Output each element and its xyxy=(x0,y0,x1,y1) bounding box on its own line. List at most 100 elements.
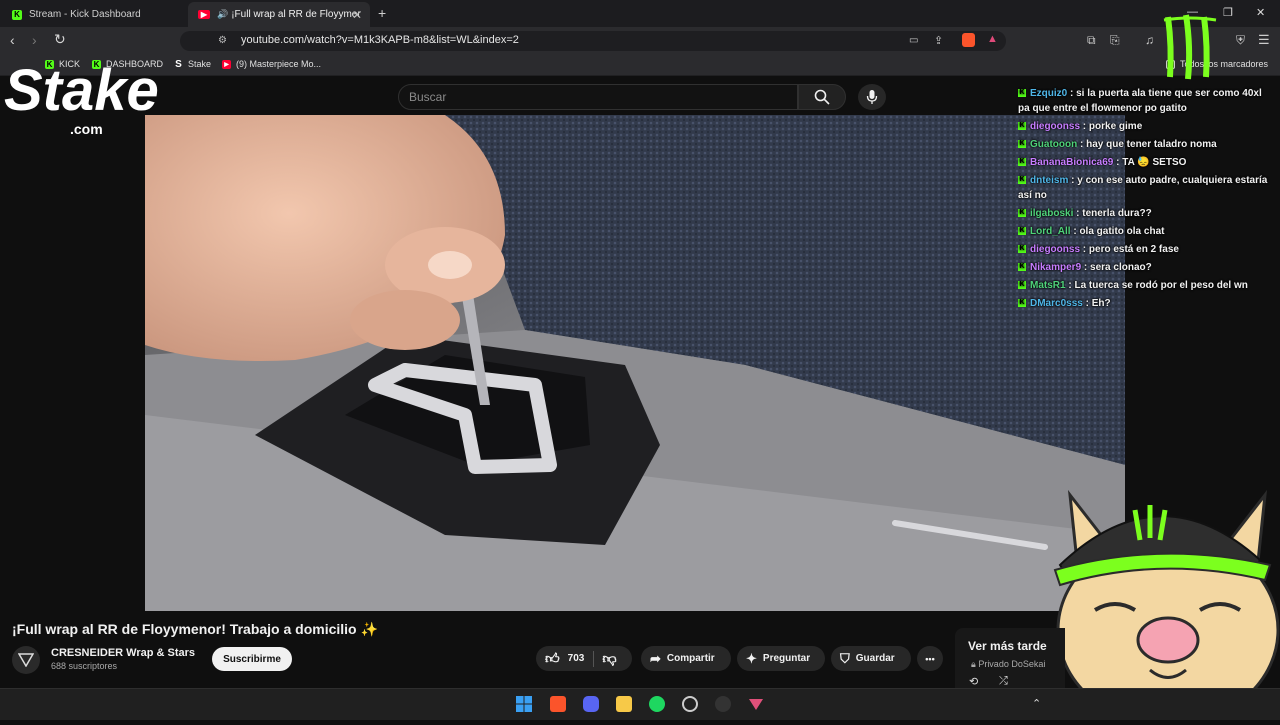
chat-username[interactable]: DMarc0sss xyxy=(1030,298,1083,309)
cast-icon[interactable]: ▭ xyxy=(909,35,918,46)
loop-icon[interactable]: ⟲ xyxy=(969,675,978,688)
brave-browser-icon[interactable] xyxy=(550,696,566,712)
chat-message: K DMarc0sss : Eh? xyxy=(1018,296,1268,311)
kick-badge-icon: K xyxy=(1018,176,1026,185)
tab-label: Stream - Kick Dashboard xyxy=(29,9,141,20)
bookmark-masterpiece[interactable]: ▶ (9) Masterpiece Mo... xyxy=(222,59,321,69)
chat-username[interactable]: Guatooon xyxy=(1030,139,1077,150)
app-icon[interactable] xyxy=(748,696,764,712)
chat-message: Kdiegoonss : pero está en 2 fase xyxy=(1018,242,1268,257)
monster-claw-icon xyxy=(1163,14,1217,80)
more-actions-button[interactable]: ••• xyxy=(917,646,943,671)
tab-kick-dashboard[interactable]: K Stream - Kick Dashboard xyxy=(2,2,186,27)
obs-icon[interactable] xyxy=(715,696,731,712)
chat-message: K Nikamper9 : sera clonao? xyxy=(1018,260,1268,275)
chat-text: : ola gatito ola chat xyxy=(1073,226,1165,237)
discord-icon[interactable] xyxy=(583,696,599,712)
new-tab-button[interactable]: + xyxy=(378,5,386,21)
channel-logo-icon xyxy=(18,653,34,667)
chat-username[interactable]: Nikamper9 xyxy=(1030,262,1081,273)
spotify-icon[interactable] xyxy=(649,696,665,712)
menu-icon[interactable]: ☰ xyxy=(1258,32,1270,48)
kick-badge-icon: K xyxy=(1018,281,1026,290)
bookmark-stake[interactable]: S Stake xyxy=(174,59,212,70)
chat-text: : porke gime xyxy=(1082,121,1143,132)
search-button[interactable] xyxy=(798,84,846,110)
ask-button[interactable]: ✦ Preguntar xyxy=(737,646,825,671)
bookmark-label: Stake xyxy=(188,59,212,69)
share-button[interactable]: ➦ Compartir xyxy=(641,646,731,671)
bookmark-icon: ⛉ xyxy=(840,650,850,666)
like-count[interactable]: 703 xyxy=(568,653,585,664)
file-explorer-icon[interactable] xyxy=(616,696,632,712)
dislike-icon[interactable]: 👎︎ xyxy=(602,650,616,667)
channel-name[interactable]: CRESNEIDER Wrap & Stars xyxy=(51,647,195,659)
kick-badge-icon: K xyxy=(1018,209,1026,218)
kick-badge-icon: K xyxy=(1018,299,1026,308)
steam-icon[interactable] xyxy=(682,696,698,712)
search-placeholder: Buscar xyxy=(409,90,447,104)
windows-start-icon[interactable] xyxy=(516,696,532,712)
watch-later-subtitle: 🔒︎ Privado DoSekai xyxy=(971,659,1045,670)
chat-message: K BananaBionica69 : TA 😓 SETSO xyxy=(1018,155,1268,170)
chat-username[interactable]: Ezquiz0 xyxy=(1030,88,1067,99)
url-text[interactable]: youtube.com/watch?v=M1k3KAPB-m8&list=WL&… xyxy=(241,34,519,46)
chat-message: K Guatooon : hay que tener taladro noma xyxy=(1018,137,1268,152)
microphone-icon xyxy=(866,90,878,104)
close-window-button[interactable]: ✕ xyxy=(1256,6,1265,19)
stream-chat-overlay: K Ezquiz0 : si la puerta ala tiene que se… xyxy=(1018,86,1268,314)
youtube-icon: ▶ xyxy=(222,59,231,69)
chat-text: : tenerla dura?? xyxy=(1076,208,1152,219)
svg-text:Stake: Stake xyxy=(4,58,159,123)
save-label: Guardar xyxy=(855,653,895,664)
share-icon[interactable]: ⇪ xyxy=(934,34,943,47)
extensions-icon[interactable]: ⧉ xyxy=(1087,33,1096,48)
brave-rewards-icon[interactable]: ▲ xyxy=(987,33,998,45)
chat-username[interactable]: diegoonss xyxy=(1030,244,1080,255)
video-letterbox xyxy=(0,115,145,611)
maximize-button[interactable]: ❐ xyxy=(1223,6,1233,19)
vpn-icon[interactable]: ⛨ xyxy=(1236,33,1245,48)
watch-later-title: Ver más tarde xyxy=(968,639,1047,653)
chat-username[interactable]: diegoonss xyxy=(1030,121,1080,132)
site-settings-icon[interactable]: ⚙ xyxy=(218,35,227,46)
chat-text: : Eh? xyxy=(1085,298,1111,309)
screenshot-icon[interactable]: ⎘ xyxy=(1110,33,1120,48)
bookmark-label: (9) Masterpiece Mo... xyxy=(236,59,322,69)
chat-message: Kdnteism : y con ese auto padre, cualqui… xyxy=(1018,173,1268,203)
chat-username[interactable]: dnteism xyxy=(1030,175,1068,186)
close-tab-icon[interactable]: ✕ xyxy=(352,8,362,22)
watch-later-panel[interactable]: Ver más tarde 🔒︎ Privado DoSekai ⟲ ⤮ xyxy=(955,628,1065,688)
svg-text:.com: .com xyxy=(70,121,103,137)
voice-search-button[interactable] xyxy=(858,84,886,110)
video-player[interactable] xyxy=(145,115,1125,611)
chat-username[interactable]: ilgaboski xyxy=(1030,208,1073,219)
media-icon[interactable]: ♫ xyxy=(1145,33,1154,47)
shuffle-icon[interactable]: ⤮ xyxy=(999,675,1008,688)
tab-youtube-video[interactable]: ▶ 🔊 ¡Full wrap al RR de Floyymenor ✕ xyxy=(188,2,370,27)
search-input[interactable] xyxy=(398,84,798,110)
lock-icon: 🔒︎ xyxy=(971,659,976,669)
cat-mascot-graphic xyxy=(1053,489,1280,725)
channel-avatar[interactable] xyxy=(12,646,40,674)
chat-username[interactable]: MatsR1 xyxy=(1030,280,1066,291)
reload-icon[interactable]: ↻ xyxy=(54,31,66,48)
kick-badge-icon: K xyxy=(1018,122,1026,131)
divider xyxy=(593,650,595,667)
search-icon xyxy=(814,89,830,105)
like-icon[interactable]: 👍︎ xyxy=(545,650,560,667)
forward-icon[interactable]: › xyxy=(32,32,37,48)
back-icon[interactable]: ‹ xyxy=(10,32,15,48)
tray-chevron-icon[interactable]: ⌃ xyxy=(1032,697,1041,710)
brave-shield-icon[interactable] xyxy=(962,33,975,47)
subscriber-count: 688 suscriptores xyxy=(51,661,118,671)
sparkle-icon: ✦ xyxy=(746,650,757,666)
monster-energy-logo xyxy=(1160,12,1220,87)
save-button[interactable]: ⛉ Guardar xyxy=(831,646,911,671)
chat-username[interactable]: BananaBionica69 xyxy=(1030,157,1113,168)
chat-text: : hay que tener taladro noma xyxy=(1080,139,1217,150)
subscribe-button[interactable]: Suscribirme xyxy=(212,647,292,671)
share-arrow-icon: ➦ xyxy=(650,650,661,666)
kick-badge-icon: K xyxy=(1018,89,1026,98)
chat-username[interactable]: Lord_All xyxy=(1030,226,1071,237)
